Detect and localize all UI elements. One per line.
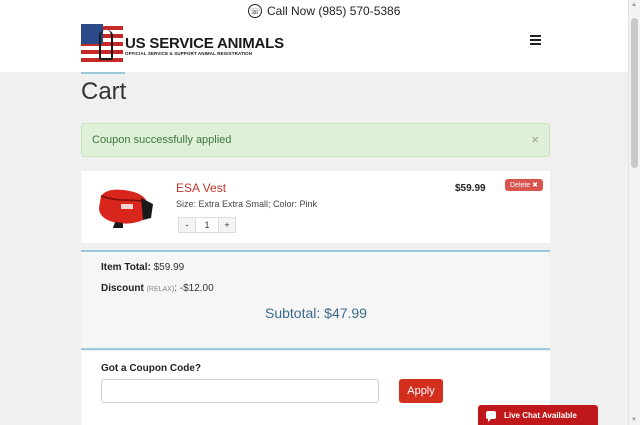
product-name-link[interactable]: ESA Vest [176, 181, 226, 195]
product-variant: Size: Extra Extra Small; Color: Pink [176, 199, 318, 209]
scroll-down-icon[interactable]: ▼ [631, 417, 637, 423]
title-accent-rule [81, 72, 125, 74]
live-chat-label: Live Chat Available [504, 410, 577, 420]
subtotal: Subtotal: $47.99 [265, 305, 367, 321]
delete-button[interactable]: Delete ✖ [505, 179, 544, 191]
page-title: Cart [81, 78, 127, 105]
scroll-up-icon[interactable]: ▲ [631, 2, 637, 8]
quantity-input[interactable]: 1 [195, 218, 219, 232]
discount-label: Discount [101, 283, 144, 294]
item-total-value: $59.99 [153, 262, 185, 273]
site-header: ☏ Call Now (985) 570-5386 US SERVICE ANI… [0, 0, 628, 72]
cart-totals: Item Total: $59.99 Discount (RELAX): -$1… [81, 252, 550, 348]
item-total-row: Item Total: $59.99 [101, 262, 184, 273]
item-price: $59.99 [455, 183, 486, 194]
vest-product-image[interactable] [93, 182, 155, 230]
alert-message: Coupon successfully applied [92, 134, 232, 146]
phone-label: Call Now (985) 570-5386 [267, 4, 401, 18]
chat-icon [486, 411, 496, 422]
site-logo[interactable]: US SERVICE ANIMALS OFFICIAL SERVICE & SU… [81, 24, 284, 66]
menu-icon[interactable] [530, 35, 541, 45]
increment-button[interactable]: + [219, 218, 235, 232]
discount-row: Discount (RELAX): -$12.00 [101, 283, 214, 294]
phone-link[interactable]: ☏ Call Now (985) 570-5386 [248, 4, 400, 18]
flag-logo-icon [81, 24, 123, 66]
cart-item: ESA Vest Size: Extra Extra Small; Color:… [81, 171, 550, 243]
success-alert: Coupon successfully applied × [81, 123, 550, 157]
page-scrollbar[interactable]: ▲ ▼ [628, 0, 640, 425]
item-total-label: Item Total: [101, 262, 151, 273]
scrollbar-thumb[interactable] [631, 18, 638, 168]
quantity-stepper: - 1 + [178, 217, 236, 233]
close-icon[interactable]: × [531, 132, 539, 147]
coupon-label: Got a Coupon Code? [101, 363, 201, 374]
phone-icon: ☏ [248, 4, 262, 18]
coupon-code-input[interactable] [101, 379, 379, 403]
discount-code: (RELAX) [146, 286, 175, 293]
live-chat-button[interactable]: Live Chat Available [478, 405, 598, 425]
decrement-button[interactable]: - [179, 218, 195, 232]
logo-title: US SERVICE ANIMALS [125, 34, 284, 52]
discount-value: : -$12.00 [174, 283, 214, 294]
section-divider [81, 348, 550, 350]
apply-coupon-button[interactable]: Apply [399, 379, 443, 403]
